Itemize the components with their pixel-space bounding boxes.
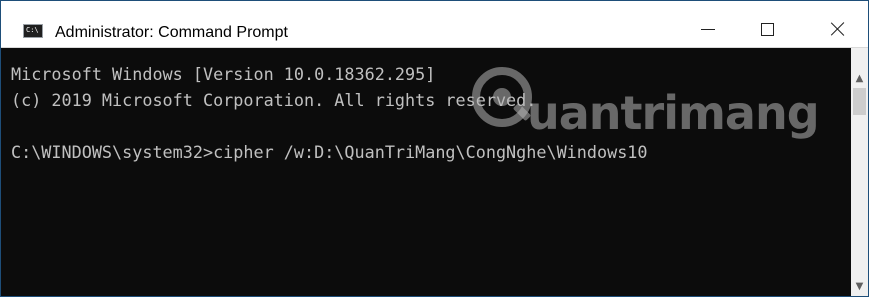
console-prompt-line: C:\WINDOWS\system32>cipher /w:D:\QuanTri… — [11, 142, 648, 162]
title-bar[interactable]: C:\ Administrator: Command Prompt — [1, 1, 868, 48]
vertical-scrollbar[interactable]: ▲ ▼ — [851, 48, 868, 296]
close-button[interactable] — [815, 7, 861, 45]
close-icon — [830, 21, 846, 37]
window-title: Administrator: Command Prompt — [55, 24, 288, 41]
scroll-up-arrow-icon[interactable]: ▲ — [851, 70, 868, 87]
console-line: Microsoft Windows [Version 10.0.18362.29… — [11, 64, 436, 84]
console-output[interactable]: Microsoft Windows [Version 10.0.18362.29… — [1, 48, 851, 296]
minimize-icon — [701, 28, 715, 30]
console-line: (c) 2019 Microsoft Corporation. All righ… — [11, 90, 537, 110]
cmd-icon[interactable]: C:\ — [23, 24, 43, 38]
maximize-icon — [760, 22, 774, 36]
scroll-thumb[interactable] — [853, 88, 866, 115]
watermark-text: uantrimang — [527, 86, 820, 140]
scroll-down-arrow-icon[interactable]: ▼ — [851, 278, 868, 295]
command-prompt-window: C:\ Administrator: Command Prompt Micros… — [0, 0, 869, 297]
minimize-button[interactable] — [685, 7, 731, 45]
cmd-icon-label: C:\ — [26, 26, 39, 34]
maximize-button[interactable] — [744, 7, 790, 45]
